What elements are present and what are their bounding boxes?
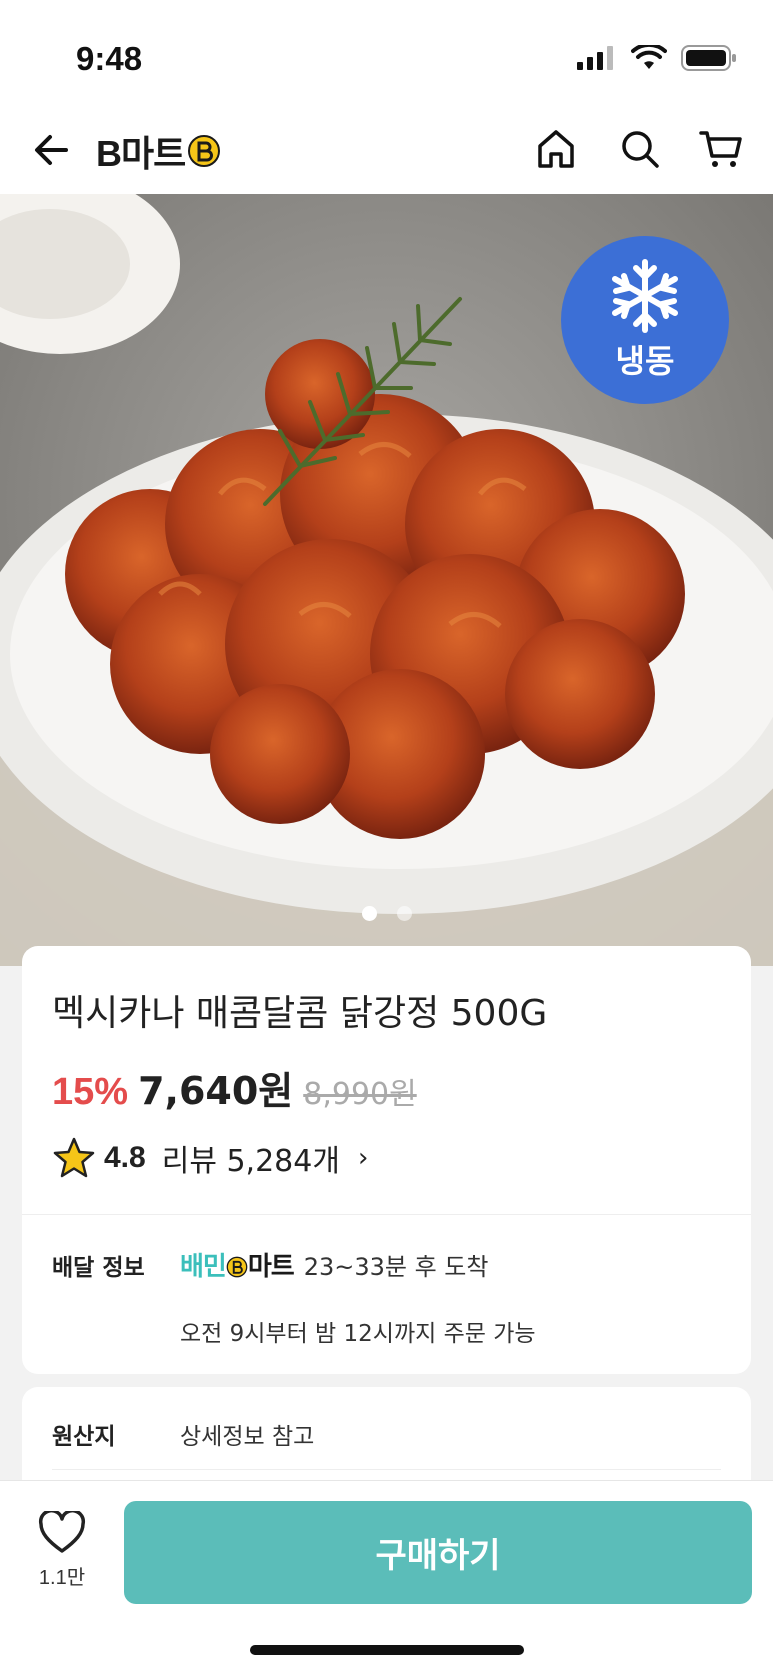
- buy-button[interactable]: 구매하기: [124, 1501, 752, 1604]
- snowflake-icon: [612, 259, 678, 333]
- delivery-eta: 23~33분 후 도착: [303, 1253, 489, 1281]
- product-title: 멕시카나 매콤달콤 닭강정 500G: [52, 993, 548, 1034]
- baemin-logo-right: 마트: [247, 1251, 295, 1281]
- frozen-badge: 냉동: [561, 236, 729, 404]
- image-pager: [0, 906, 773, 921]
- battery-icon: [681, 45, 736, 71]
- rating-row[interactable]: 4.8 리뷰 5,284개 ›: [52, 1136, 368, 1180]
- back-arrow-icon[interactable]: [30, 128, 74, 172]
- pager-dot-active: [361, 906, 377, 921]
- wifi-icon: [631, 45, 667, 69]
- frozen-label: 냉동: [615, 342, 675, 380]
- product-info-card: 멕시카나 매콤달콤 닭강정 500G 15% 7,640원 8,990원 4.8…: [22, 946, 751, 1374]
- status-icons: [577, 44, 737, 72]
- baemin-logo-left: 배민: [180, 1251, 227, 1281]
- origin-label: 원산지: [52, 1424, 116, 1450]
- cart-icon[interactable]: [698, 126, 744, 172]
- home-icon[interactable]: [534, 126, 578, 172]
- nav-bar: B마트: [0, 110, 773, 194]
- review-count: 리뷰 5,284개: [161, 1144, 340, 1179]
- signal-icon: [577, 46, 613, 70]
- like-button[interactable]: 1.1만: [30, 1509, 94, 1590]
- pager-dot: [396, 906, 412, 921]
- heart-icon: [38, 1509, 86, 1553]
- sale-price: 7,640원: [138, 1069, 294, 1113]
- discount-rate: 15%: [52, 1071, 129, 1113]
- delivery-eta-row: 배민 마트 23~33분 후 도착: [180, 1246, 488, 1283]
- original-price: 8,990원: [303, 1077, 417, 1112]
- divider: [52, 1469, 721, 1470]
- search-icon[interactable]: [618, 126, 662, 172]
- logo-text: B마트: [96, 133, 186, 174]
- star-icon: [53, 1137, 95, 1178]
- status-bar: 9:48: [0, 0, 773, 110]
- status-time: 9:48: [76, 40, 143, 77]
- order-hours: 오전 9시부터 밤 12시까지 주문 가능: [180, 1321, 536, 1347]
- bottom-action-bar: 1.1만 구매하기: [0, 1480, 773, 1674]
- home-indicator: [250, 1645, 524, 1655]
- like-count: 1.1만: [38, 1567, 86, 1589]
- rating-value: 4.8: [104, 1141, 146, 1174]
- divider: [22, 1214, 751, 1215]
- logo-b-badge-icon: [188, 135, 221, 167]
- chevron-right-icon: ›: [357, 1143, 369, 1173]
- bmart-logo[interactable]: B마트: [96, 128, 221, 174]
- logo-b-badge-icon: [226, 1256, 248, 1278]
- origin-value: 상세정보 참고: [180, 1424, 315, 1450]
- baemin-mart-logo: 배민 마트: [180, 1246, 295, 1283]
- price-row: 15% 7,640원 8,990원: [52, 1060, 417, 1115]
- delivery-label: 배달 정보: [52, 1255, 145, 1281]
- product-image[interactable]: 냉동: [0, 194, 773, 966]
